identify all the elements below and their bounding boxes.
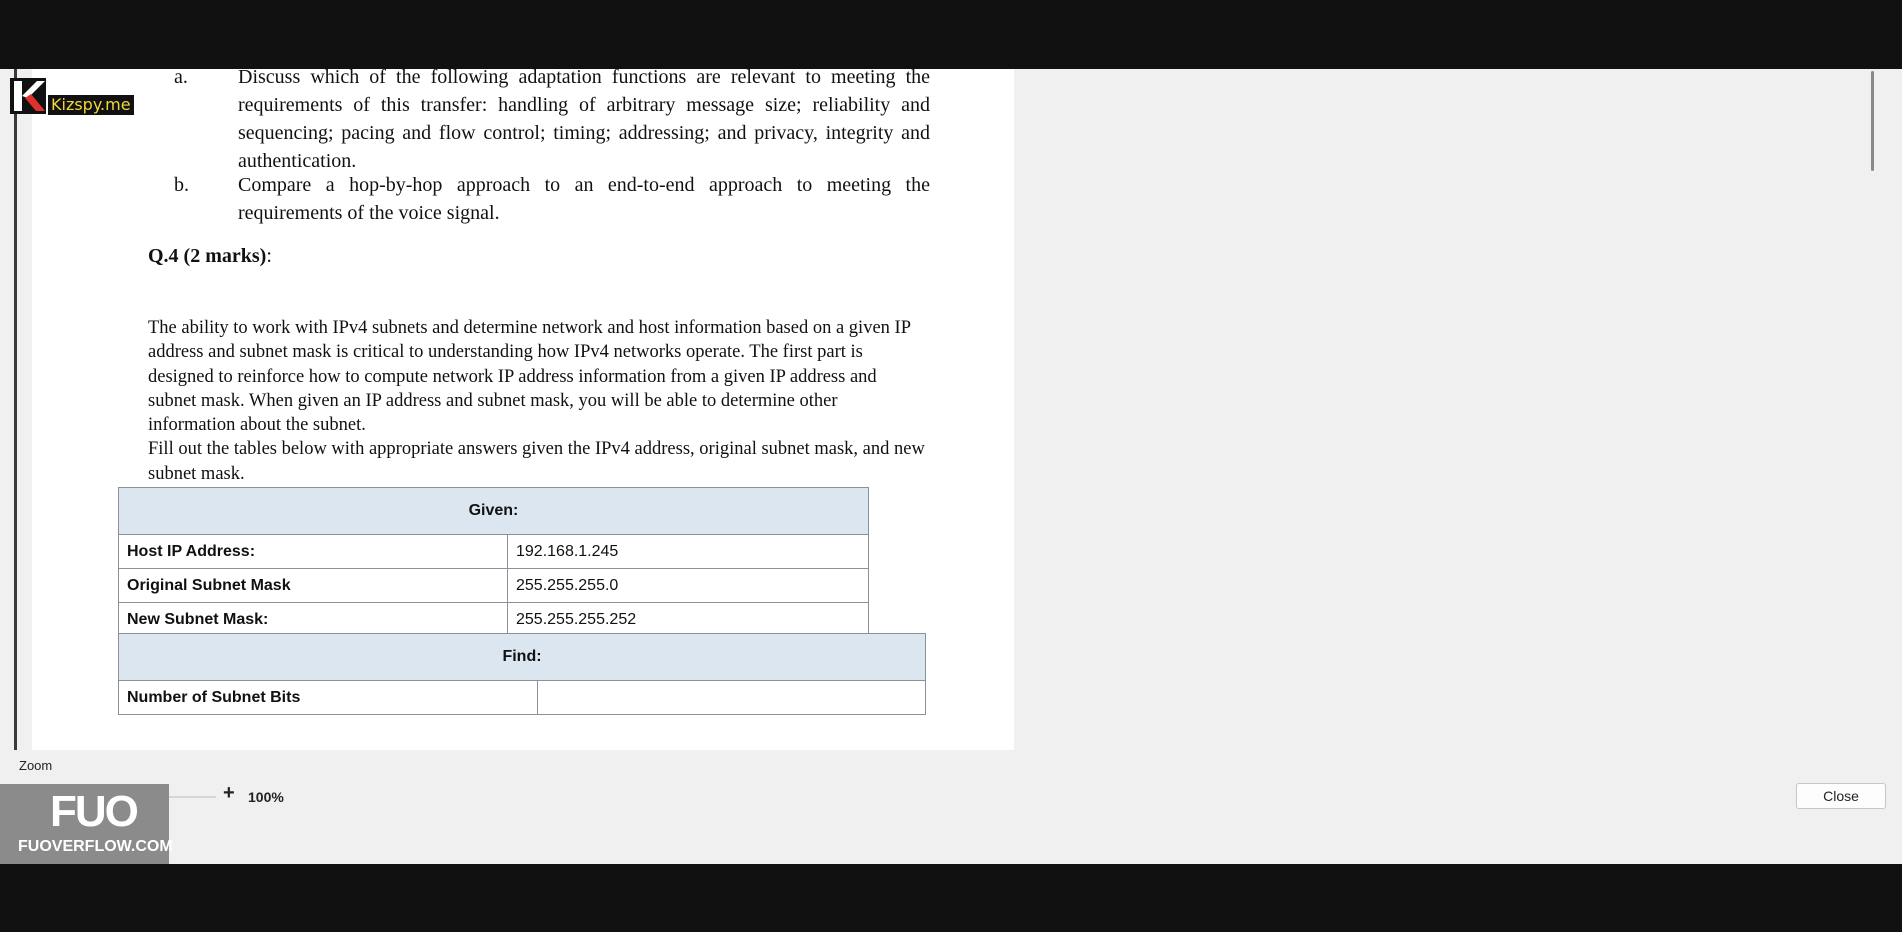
q3-item-a-text: Discuss which of the following adaptatio… bbox=[238, 69, 930, 172]
given-label-original-mask: Original Subnet Mask bbox=[118, 568, 508, 603]
given-label-host-ip: Host IP Address: bbox=[118, 534, 508, 569]
left-border bbox=[14, 69, 17, 750]
q3-item-b-marker: b. bbox=[174, 174, 189, 196]
document-page[interactable]: a. Discuss which of the following adapta… bbox=[32, 69, 1014, 750]
close-button[interactable]: Close bbox=[1796, 783, 1886, 809]
empty-viewer-area bbox=[1014, 69, 1862, 750]
find-table: Find: Number of Subnet Bits bbox=[118, 633, 926, 715]
zoom-label: Zoom bbox=[19, 758, 53, 773]
zoom-in-button[interactable]: + bbox=[223, 782, 235, 805]
table-row: Number of Subnet Bits bbox=[118, 680, 926, 715]
q4-intro: The ability to work with IPv4 subnets an… bbox=[148, 316, 928, 486]
zoom-value: 100% bbox=[248, 789, 284, 805]
find-table-header: Find: bbox=[118, 633, 926, 681]
given-value-new-mask: 255.255.255.252 bbox=[507, 602, 869, 637]
q4-heading-title: Q.4 (2 marks) bbox=[148, 245, 267, 267]
q4-intro-paragraph-1: The ability to work with IPv4 subnets an… bbox=[148, 318, 911, 436]
given-table: Given: Host IP Address: 192.168.1.245 Or… bbox=[118, 487, 869, 637]
given-table-header: Given: bbox=[118, 487, 869, 535]
kizspy-watermark: Kizspy.me bbox=[48, 95, 134, 115]
fuoverflow-text: FUOVERFLOW.COM bbox=[18, 838, 173, 855]
q3-item-b-text: Compare a hop-by-hop approach to an end-… bbox=[238, 174, 930, 224]
table-row: New Subnet Mask: 255.255.255.252 bbox=[118, 602, 869, 637]
table-row: Host IP Address: 192.168.1.245 bbox=[118, 534, 869, 569]
given-label-new-mask: New Subnet Mask: bbox=[118, 602, 508, 637]
find-value-subnet-bits[interactable] bbox=[537, 680, 926, 715]
q3-item-a: a. Discuss which of the following adapta… bbox=[174, 69, 930, 175]
given-value-original-mask: 255.255.255.0 bbox=[507, 568, 869, 603]
vertical-scrollbar[interactable] bbox=[1866, 69, 1880, 750]
q3-item-b: b. Compare a hop-by-hop approach to an e… bbox=[174, 171, 930, 227]
kizspy-logo-icon bbox=[10, 78, 46, 114]
fuo-logo-icon: FUO bbox=[50, 787, 139, 836]
find-label-subnet-bits: Number of Subnet Bits bbox=[118, 680, 538, 715]
given-value-host-ip: 192.168.1.245 bbox=[507, 534, 869, 569]
table-row: Original Subnet Mask 255.255.255.0 bbox=[118, 568, 869, 603]
fuoverflow-watermark: FUO FUOVERFLOW.COM bbox=[0, 784, 173, 864]
scrollbar-thumb[interactable] bbox=[1871, 71, 1874, 171]
q3-item-a-marker: a. bbox=[174, 69, 188, 88]
q4-heading-colon: : bbox=[266, 245, 272, 267]
document-viewer: a. Discuss which of the following adapta… bbox=[0, 69, 1902, 864]
q4-heading: Q.4 (2 marks): bbox=[148, 242, 272, 270]
q4-intro-paragraph-2: Fill out the tables below with appropria… bbox=[148, 439, 925, 484]
